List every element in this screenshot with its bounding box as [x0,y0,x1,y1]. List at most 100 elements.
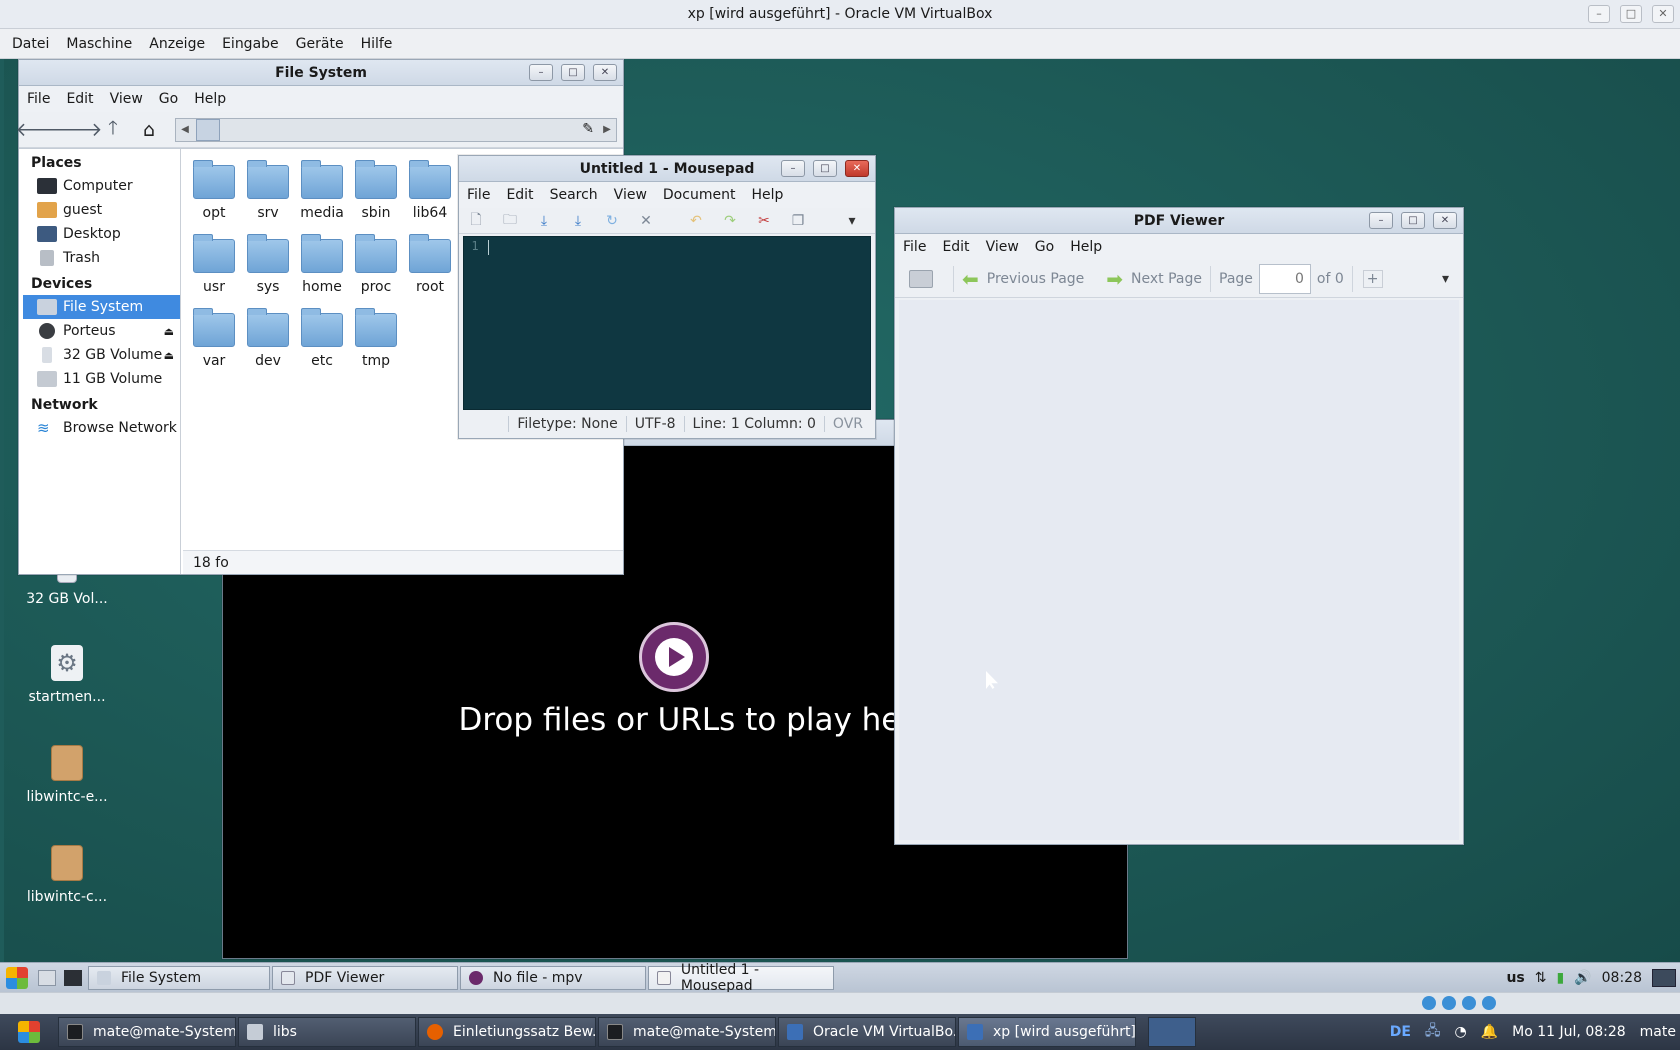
desktop-icon-startmenu[interactable]: ⚙ startmen... [12,645,122,705]
menu-go[interactable]: Go [159,91,178,107]
location-bar[interactable]: ◀ ✎ ▶ [175,117,617,142]
sidebar-item-desktop[interactable]: Desktop [23,222,180,246]
encoding-status[interactable]: UTF-8 [625,416,684,432]
menu-view[interactable]: View [986,239,1019,255]
audio-icon[interactable] [1462,996,1476,1010]
host-maximize-button[interactable]: □ [1620,5,1642,23]
update-icon[interactable]: ◔ [1455,1024,1467,1040]
text-editor-area[interactable]: 1 [463,236,871,410]
guest-task-file-system[interactable]: File System [88,965,270,990]
minimize-button[interactable]: – [529,64,553,81]
copy-icon[interactable]: ❐ [789,213,807,229]
battery-icon[interactable]: ▮ [1556,970,1564,986]
sidebar-item-porteus[interactable]: Porteus ⏏ [23,319,180,343]
zoom-icon[interactable]: + [1362,269,1383,288]
close-document-icon[interactable]: ✕ [637,213,655,229]
host-menu-datei[interactable]: Datei [12,36,60,52]
guest-task-mousepad[interactable]: Untitled 1 - Mousepad [648,962,834,994]
network-adapter-icon[interactable] [1482,996,1496,1010]
maximize-button[interactable]: □ [813,160,837,177]
keyboard-language[interactable]: DE [1390,1024,1411,1040]
disk-activity-icon[interactable] [1422,996,1436,1010]
desktop-icon-libwintc-c[interactable]: libwintc-c... [12,845,122,905]
folder-proc[interactable]: proc [349,234,403,295]
eject-icon[interactable]: ⏏ [164,349,174,362]
host-user[interactable]: mate [1640,1024,1676,1040]
minimize-button[interactable]: – [1369,212,1393,229]
host-menu-eingabe[interactable]: Eingabe [222,36,290,52]
guest-task-pdf-viewer[interactable]: PDF Viewer [272,965,458,990]
maximize-button[interactable]: □ [561,64,585,81]
menu-search[interactable]: Search [550,187,598,203]
minimize-button[interactable]: – [781,160,805,177]
close-button[interactable]: ✕ [593,64,617,81]
filetype-status[interactable]: Filetype: None [508,416,625,432]
notification-bell-icon[interactable]: 🔔 [1481,1024,1498,1040]
folder-var[interactable]: var [187,308,241,369]
up-arrow-icon[interactable]: 🡑 [97,116,129,144]
forward-arrow-icon[interactable]: 🡒 [52,116,103,144]
host-menu-maschine[interactable]: Maschine [66,36,143,52]
previous-page-button[interactable]: Previous Page [987,271,1085,287]
close-button[interactable]: ✕ [1433,212,1457,229]
folder-etc[interactable]: etc [295,308,349,369]
host-start-button[interactable] [0,1014,58,1050]
folder-media[interactable]: media [295,160,349,221]
host-close-button[interactable]: ✕ [1652,5,1674,23]
new-document-icon[interactable]: 🗋 [467,209,485,233]
save-as-icon[interactable]: ⤓ [569,213,587,229]
menu-edit[interactable]: Edit [66,91,93,107]
host-menu-geraete[interactable]: Geräte [296,36,355,52]
folder-opt[interactable]: opt [187,160,241,221]
eject-icon[interactable]: ⏏ [164,325,174,338]
mousepad-title-bar[interactable]: Untitled 1 - Mousepad – □ ✕ [459,156,875,182]
folder-tmp[interactable]: tmp [349,308,403,369]
drive-icon[interactable] [196,118,220,141]
menu-view[interactable]: View [614,187,647,203]
save-icon[interactable]: ⤓ [535,213,553,229]
menu-help[interactable]: Help [194,91,226,107]
sidebar-item-trash[interactable]: Trash [23,246,180,270]
scroll-left-icon[interactable]: ◀ [176,119,194,141]
volume-icon[interactable]: 🔊 [1574,970,1591,986]
menu-help[interactable]: Help [1070,239,1102,255]
sidebar-item-11gb-volume[interactable]: 11 GB Volume [23,367,180,391]
host-minimize-button[interactable]: – [1588,5,1610,23]
menu-edit[interactable]: Edit [506,187,533,203]
pencil-icon[interactable]: ✎ [582,121,594,137]
sidebar-item-guest[interactable]: guest [23,198,180,222]
open-folder-icon[interactable]: 🗀 [501,209,519,233]
open-folder-icon[interactable] [909,269,933,288]
sidebar-item-file-system[interactable]: File System [23,295,180,319]
file-manager-title-bar[interactable]: File System – □ ✕ [19,60,623,86]
menu-file[interactable]: File [903,239,926,255]
folder-home[interactable]: home [295,234,349,295]
reload-icon[interactable]: ↻ [603,213,621,229]
folder-srv[interactable]: srv [241,160,295,221]
workspace-switcher[interactable] [1148,1017,1196,1047]
menu-view[interactable]: View [110,91,143,107]
host-task-terminal-1[interactable]: mate@mate-System... [58,1017,236,1047]
play-icon[interactable] [639,622,709,692]
terminal-launcher-icon[interactable] [64,969,82,986]
menu-edit[interactable]: Edit [942,239,969,255]
host-task-terminal-2[interactable]: mate@mate-System... [598,1017,776,1047]
host-task-xp-vm[interactable]: xp [wird ausgeführt]... [958,1017,1136,1047]
show-desktop-icon[interactable] [1652,969,1676,987]
host-menu-anzeige[interactable]: Anzeige [149,36,216,52]
redo-icon[interactable]: ↷ [721,213,739,229]
network-icon[interactable]: ⇅ [1535,970,1547,986]
menu-document[interactable]: Document [663,187,736,203]
scroll-right-icon[interactable]: ▶ [598,119,616,141]
page-number-input[interactable] [1258,263,1311,294]
folder-usr[interactable]: usr [187,234,241,295]
guest-task-mpv[interactable]: No file - mpv [460,965,646,990]
pdf-viewer-title-bar[interactable]: PDF Viewer – □ ✕ [895,208,1463,234]
host-menu-hilfe[interactable]: Hilfe [361,36,404,52]
optical-drive-icon[interactable] [1442,996,1456,1010]
folder-sbin[interactable]: sbin [349,160,403,221]
host-task-firefox[interactable]: Einletiungssatz Bew... [418,1017,596,1047]
pdf-document-area[interactable] [899,300,1459,840]
maximize-button[interactable]: □ [1401,212,1425,229]
sidebar-item-computer[interactable]: Computer [23,174,180,198]
